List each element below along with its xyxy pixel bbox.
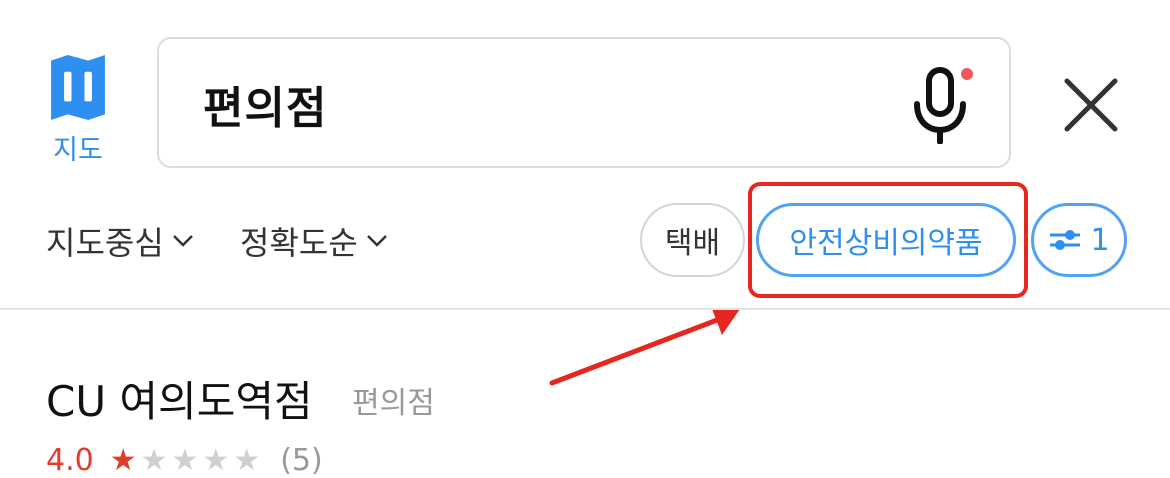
map-label: 지도 [53, 135, 103, 166]
sort-accuracy-label: 정확도순 [240, 224, 358, 262]
stars-filled: ★ [109, 442, 141, 478]
search-input[interactable]: 편의점 [157, 37, 1011, 168]
chevron-down-icon [172, 235, 193, 247]
divider [0, 308, 1170, 310]
filter-count: 1 [1090, 222, 1110, 258]
chip-delivery[interactable]: 택배 [640, 203, 745, 277]
chevron-down-icon [366, 235, 387, 247]
place-name[interactable]: CU 여의도역점 [46, 368, 313, 429]
star-rating: ★★★★★ [110, 443, 264, 478]
map-icon [51, 55, 105, 120]
sort-center-dropdown[interactable]: 지도중심 [46, 218, 194, 264]
sort-accuracy-dropdown[interactable]: 정확도순 [240, 218, 388, 264]
close-icon[interactable] [1059, 73, 1123, 137]
search-query[interactable]: 편의점 [203, 72, 327, 136]
pointer-arrow [549, 309, 740, 386]
place-category: 편의점 [352, 386, 435, 421]
map-button[interactable]: 지도 [40, 55, 116, 167]
rating-value: 4.0 [46, 442, 94, 478]
microphone-icon[interactable] [909, 64, 979, 144]
highlight-box [748, 182, 1028, 298]
filter-button[interactable]: 1 [1031, 203, 1127, 277]
rating-row: 4.0 ★★★★★ (5) [46, 442, 323, 478]
review-count: (5) [280, 442, 323, 478]
sliders-icon [1050, 230, 1081, 250]
sort-center-label: 지도중심 [46, 224, 164, 262]
chip-delivery-label: 택배 [664, 226, 721, 261]
stars-empty: ★★★★ [140, 442, 265, 478]
